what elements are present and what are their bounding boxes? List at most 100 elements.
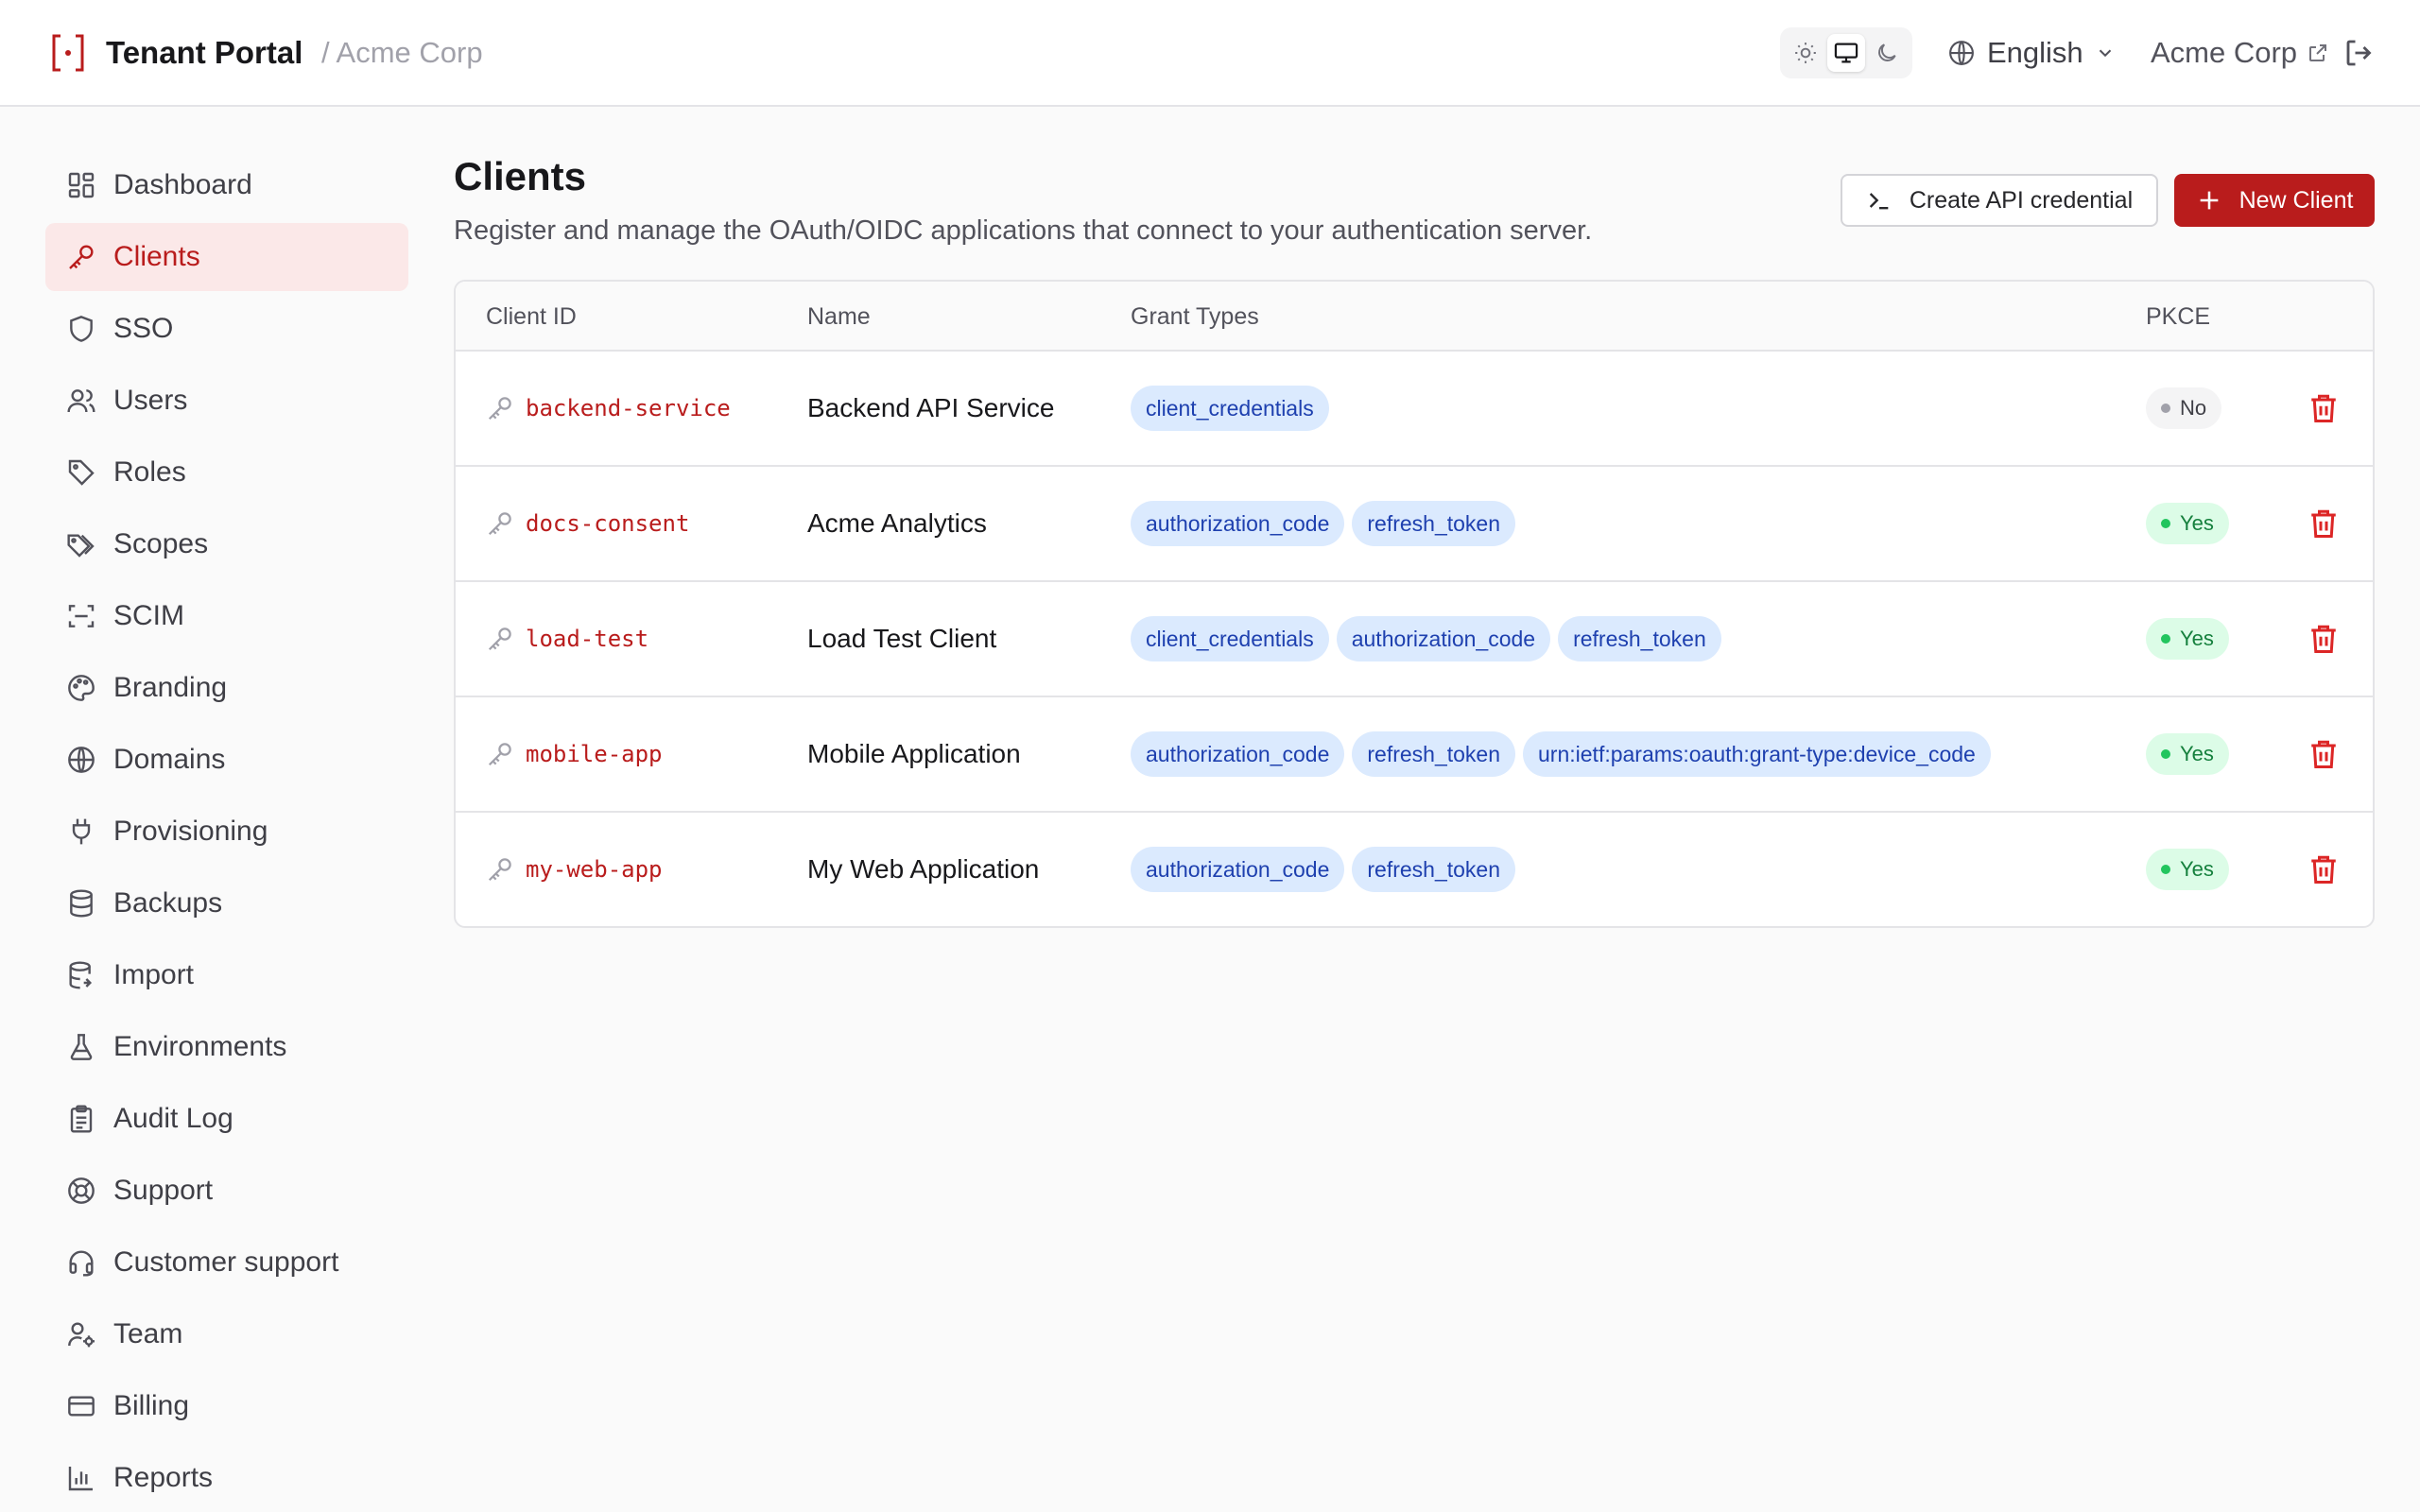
delete-client-button[interactable] <box>2307 852 2341 886</box>
table-row[interactable]: my-web-app My Web Application authorizatio… <box>456 813 2373 926</box>
sidebar-item-dashboard[interactable]: Dashboard <box>45 151 408 219</box>
pkce-badge: Yes <box>2146 849 2229 890</box>
sidebar-item-domains[interactable]: Domains <box>45 726 408 794</box>
external-link-icon <box>2309 44 2327 61</box>
globe-icon <box>1949 41 1974 65</box>
sidebar-item-reports[interactable]: Reports <box>45 1444 408 1512</box>
theme-dark-button[interactable] <box>1868 34 1906 72</box>
app-title[interactable]: Tenant Portal <box>106 34 302 72</box>
key-icon <box>69 245 94 269</box>
status-dot <box>2161 519 2170 528</box>
language-selector[interactable]: English <box>1947 32 2116 74</box>
column-header-client-id: Client ID <box>486 303 577 330</box>
sidebar-item-backups[interactable]: Backups <box>45 869 408 937</box>
sidebar-item-label: Clients <box>113 241 200 272</box>
table-body: backend-service Backend API Service client… <box>456 352 2373 926</box>
pkce-cell: No <box>2146 352 2222 465</box>
new-client-button[interactable]: New Client <box>2174 174 2375 227</box>
theme-light-button[interactable] <box>1787 34 1824 72</box>
client-id[interactable]: backend-service <box>526 395 731 421</box>
grant-types-cell: authorization_code refresh_token urn:ietf:… <box>1131 697 1991 811</box>
delete-client-button[interactable] <box>2307 507 2341 541</box>
table-row[interactable]: load-test Load Test Client client_credenti… <box>456 582 2373 697</box>
pkce-badge: No <box>2146 387 2222 429</box>
client-name: Backend API Service <box>807 393 1055 422</box>
client-id-cell: mobile-app <box>486 697 663 811</box>
grant-type-chip: authorization_code <box>1131 847 1345 892</box>
sidebar-item-label: Roles <box>113 456 186 488</box>
sidebar-item-label: Reports <box>113 1462 214 1493</box>
key-icon <box>488 858 511 882</box>
table-row[interactable]: backend-service Backend API Service client… <box>456 352 2373 467</box>
create-api-credential-label: Create API credential <box>1909 186 2134 214</box>
sidebar-item-customer-support[interactable]: Customer support <box>45 1228 408 1297</box>
logout-icon[interactable] <box>2342 36 2377 70</box>
sidebar-item-audit-log[interactable]: Audit Log <box>45 1085 408 1153</box>
sidebar-item-team[interactable]: Team <box>45 1300 408 1368</box>
new-client-label: New Client <box>2238 186 2354 214</box>
sidebar-item-label: Environments <box>113 1031 287 1062</box>
create-api-credential-button[interactable]: Create API credential <box>1841 174 2158 227</box>
key-icon <box>488 627 511 651</box>
sidebar-item-roles[interactable]: Roles <box>45 438 408 507</box>
grant-types-cell: authorization_code refresh_token <box>1131 467 1516 580</box>
sidebar-item-scim[interactable]: SCIM <box>45 582 408 650</box>
sidebar-item-label: Team <box>113 1318 183 1349</box>
sidebar-item-provisioning[interactable]: Provisioning <box>45 798 408 866</box>
sidebar-item-clients[interactable]: Clients <box>45 223 408 291</box>
moon-icon <box>1878 43 1896 61</box>
key-icon <box>488 512 511 536</box>
plus-icon <box>2200 191 2218 210</box>
client-name: Acme Analytics <box>807 508 987 538</box>
top-bar: Tenant Portal / Acme Corp English Acme C… <box>0 0 2420 107</box>
tag-icon <box>68 459 95 486</box>
pkce-cell: Yes <box>2146 813 2229 926</box>
client-id[interactable]: docs-consent <box>526 510 689 537</box>
language-label: English <box>1987 36 2083 69</box>
grant-type-chip: refresh_token <box>1352 847 1516 892</box>
lifebuoy-icon <box>68 1177 95 1204</box>
grant-types-cell: client_credentials <box>1131 352 1329 465</box>
grant-type-chip: client_credentials <box>1131 616 1329 662</box>
client-id-cell: docs-consent <box>486 467 689 580</box>
table-row[interactable]: mobile-app Mobile Application authorizatio… <box>456 697 2373 813</box>
theme-switcher <box>1780 27 1912 78</box>
client-id[interactable]: load-test <box>526 626 648 652</box>
theme-system-button[interactable] <box>1827 34 1865 72</box>
client-name: Mobile Application <box>807 739 1021 768</box>
delete-client-button[interactable] <box>2307 737 2341 771</box>
sidebar-item-branding[interactable]: Branding <box>45 654 408 722</box>
monitor-icon <box>1834 43 1858 63</box>
sidebar-item-support[interactable]: Support <box>45 1157 408 1225</box>
sidebar-item-import[interactable]: Import <box>45 941 408 1009</box>
delete-client-button[interactable] <box>2307 391 2341 425</box>
database-import-icon <box>69 961 93 989</box>
users-icon <box>67 389 95 413</box>
pkce-badge: Yes <box>2146 503 2229 544</box>
pkce-label: Yes <box>2180 511 2214 535</box>
sidebar-item-users[interactable]: Users <box>45 367 408 435</box>
sidebar-item-environments[interactable]: Environments <box>45 1013 408 1081</box>
bar-chart-icon <box>68 1467 93 1491</box>
sidebar-item-label: Branding <box>113 672 228 703</box>
sidebar-item-billing[interactable]: Billing <box>45 1372 408 1440</box>
client-id[interactable]: my-web-app <box>526 856 663 883</box>
pkce-cell: Yes <box>2146 467 2229 580</box>
table-row[interactable]: docs-consent Acme Analytics authorization_… <box>456 467 2373 582</box>
grant-type-chip: refresh_token <box>1352 731 1516 777</box>
client-id-cell: my-web-app <box>486 813 663 926</box>
sidebar-item-scopes[interactable]: Scopes <box>45 510 408 578</box>
client-id[interactable]: mobile-app <box>526 741 663 767</box>
client-id-cell: load-test <box>486 582 648 696</box>
sidebar-item-label: Dashboard <box>113 169 252 200</box>
tenant-link[interactable]: Acme Corp <box>2151 32 2329 74</box>
page-title: Clients <box>454 154 587 198</box>
delete-client-button[interactable] <box>2307 622 2341 656</box>
sidebar-item-sso[interactable]: SSO <box>45 295 408 363</box>
credit-card-icon <box>68 1396 95 1417</box>
plug-icon <box>72 818 91 845</box>
pkce-cell: Yes <box>2146 697 2229 811</box>
palette-icon <box>68 675 95 701</box>
pkce-label: No <box>2180 396 2207 420</box>
column-header-pkce: PKCE <box>2146 303 2211 330</box>
